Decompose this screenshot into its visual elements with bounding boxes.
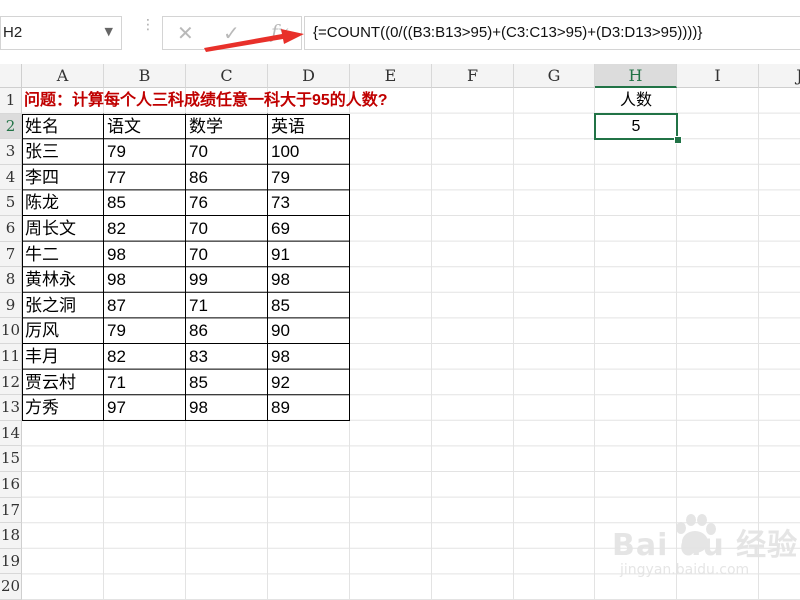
row-header-2[interactable]: 2 xyxy=(0,113,22,140)
annotation-arrow-icon xyxy=(204,29,304,52)
formula-bar: H2 ▼ ⋮ ✕ ✓ fx {=COUNT((0/((B3:B13>95)+(C… xyxy=(0,0,800,64)
formula-input[interactable]: {=COUNT((0/((B3:B13>95)+(C3:C13>95)+(D3:… xyxy=(304,16,800,50)
question-text[interactable]: 问题：计算每个人三科成绩任意一科大于95的人数? xyxy=(24,88,388,114)
column-header-f[interactable]: F xyxy=(432,64,514,88)
row-header-1[interactable]: 1 xyxy=(0,88,22,114)
row-header-9[interactable]: 9 xyxy=(0,292,22,319)
column-header-d[interactable]: D xyxy=(268,64,350,88)
row-header-10[interactable]: 10 xyxy=(0,318,22,344)
row-header-5[interactable]: 5 xyxy=(0,190,22,216)
row-header-17[interactable]: 17 xyxy=(0,497,22,524)
row-header-16[interactable]: 16 xyxy=(0,472,22,498)
row-header-3[interactable]: 3 xyxy=(0,139,22,165)
row-header-11[interactable]: 11 xyxy=(0,344,22,370)
row-header-6[interactable]: 6 xyxy=(0,216,22,242)
table-outline xyxy=(22,113,350,421)
column-header-h[interactable]: H xyxy=(595,64,677,88)
chevron-down-icon[interactable]: ▼ xyxy=(105,25,113,38)
row-header-18[interactable]: 18 xyxy=(0,523,22,549)
watermark-brand: Bai du 经验 xyxy=(612,528,799,563)
name-box-value: H2 xyxy=(3,24,23,41)
row-header-7[interactable]: 7 xyxy=(0,241,22,268)
formula-bar-grip: ⋮ xyxy=(141,17,155,33)
formula-text: {=COUNT((0/((B3:B13>95)+(C3:C13>95)+(D3:… xyxy=(313,24,703,41)
result-label[interactable]: 人数 xyxy=(595,88,677,114)
column-header-i[interactable]: I xyxy=(677,64,759,88)
row-header-19[interactable]: 19 xyxy=(0,548,22,575)
row-header-14[interactable]: 14 xyxy=(0,420,22,447)
row-header-12[interactable]: 12 xyxy=(0,369,22,396)
baidu-jingyan-watermark: Bai du 经验 jingyan.baidu.com xyxy=(612,512,800,600)
fill-handle[interactable] xyxy=(674,136,682,144)
column-header-j[interactable]: J xyxy=(759,64,800,88)
watermark-url: jingyan.baidu.com xyxy=(620,562,750,578)
row-header-13[interactable]: 13 xyxy=(0,395,22,421)
column-header-e[interactable]: E xyxy=(350,64,432,88)
row-header-4[interactable]: 4 xyxy=(0,164,22,191)
row-header-20[interactable]: 20 xyxy=(0,574,22,600)
column-header-a[interactable]: A xyxy=(22,64,104,88)
name-box[interactable]: H2 ▼ xyxy=(0,16,122,50)
column-header-b[interactable]: B xyxy=(104,64,186,88)
row-header-8[interactable]: 8 xyxy=(0,267,22,293)
close-icon[interactable]: ✕ xyxy=(177,21,194,45)
column-header-c[interactable]: C xyxy=(186,64,268,88)
row-header-15[interactable]: 15 xyxy=(0,446,22,472)
select-all-corner[interactable] xyxy=(0,64,22,88)
selected-cell-h2 xyxy=(594,112,678,141)
column-header-g[interactable]: G xyxy=(514,64,595,88)
